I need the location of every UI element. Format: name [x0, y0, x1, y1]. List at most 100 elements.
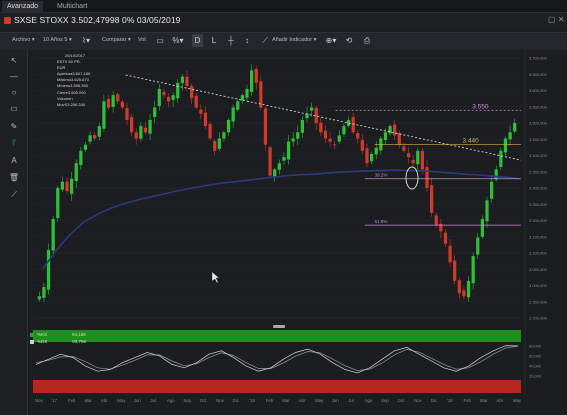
archivo-menu[interactable]: Archivo ▾	[12, 35, 35, 46]
candle-body	[388, 126, 392, 134]
percent-menu[interactable]: %▾	[171, 34, 185, 47]
candle-body	[508, 132, 512, 140]
candle-body	[263, 108, 268, 145]
candle-body	[443, 232, 448, 244]
candle-body	[300, 119, 304, 133]
x-tick-label: Dic	[233, 398, 240, 403]
x-tick-label: Nov	[35, 398, 43, 403]
y-tick-label: 2.900,000	[529, 316, 548, 321]
candle-body	[203, 112, 208, 127]
candle-body	[134, 132, 138, 139]
trash-icon[interactable]: 🗑	[8, 173, 20, 182]
candle-body	[139, 126, 143, 139]
candle-body	[88, 135, 92, 142]
daily-button[interactable]: D	[192, 34, 203, 47]
draw-icon[interactable]: ⟋	[260, 34, 270, 47]
candle-body	[106, 98, 111, 108]
candle-body	[406, 153, 411, 158]
x-tick-label: Abr	[497, 398, 504, 403]
add-indicator-menu[interactable]: Añadir Indicador ▾	[272, 35, 316, 46]
x-tick-label: Jul	[150, 398, 156, 403]
x-tick-label: May	[513, 398, 522, 403]
x-tick-label: Feb	[266, 398, 274, 403]
stoch-tick-label: 20,000	[529, 374, 542, 379]
line-tool-icon[interactable]: —	[8, 72, 20, 81]
candle-body	[217, 138, 221, 149]
candle-body	[157, 88, 161, 106]
y-tick-label: 3.150,000	[529, 234, 548, 239]
x-tick-label: Sep	[381, 398, 389, 403]
x-tick-label: Nov	[216, 398, 224, 403]
candle-body	[342, 126, 346, 135]
x-tick-label: May	[315, 398, 324, 403]
candle-body	[231, 107, 235, 122]
candle-body	[277, 163, 281, 170]
candle-body	[97, 126, 101, 137]
print-icon[interactable]: ⎙	[362, 34, 372, 47]
comparar-menu[interactable]: Comparar ▾	[102, 35, 131, 46]
candle-body	[286, 141, 291, 160]
candle-body	[222, 132, 226, 139]
candle-body	[236, 101, 240, 110]
candle-body	[268, 147, 272, 176]
crosshair-icon[interactable]: ┼	[226, 34, 236, 47]
candle-body	[171, 95, 175, 100]
period-select[interactable]: 10 Años 5 ▾	[43, 35, 72, 46]
candle-body	[503, 138, 508, 153]
fibonacci-icon[interactable]: ⫯	[8, 138, 20, 148]
chart-type-icon[interactable]: ⌇▾	[78, 34, 94, 47]
eyedropper-icon[interactable]: ⟋	[8, 190, 20, 200]
candle-body	[513, 123, 517, 132]
candle-body	[37, 296, 41, 300]
candle-body	[319, 122, 323, 133]
y-tick-label: 3.250,000	[529, 202, 548, 207]
candle-body	[83, 144, 88, 150]
cursor-icon[interactable]: ↖	[8, 56, 20, 65]
candle-body	[273, 169, 277, 177]
candle-body	[365, 148, 369, 164]
candle-body	[296, 132, 300, 139]
volume-button[interactable]: Vol.	[138, 35, 147, 46]
candle-body	[402, 146, 406, 151]
circle-tool-icon[interactable]: ○	[8, 88, 20, 97]
refresh-icon[interactable]: ⟲	[344, 34, 354, 47]
text-tool-icon[interactable]: A	[8, 156, 20, 165]
chart-title: SXSE STOXX 3.502,47998 0% 03/05/2019	[14, 15, 181, 25]
rectangle-tool-icon[interactable]: ▭	[8, 104, 20, 113]
pencil-icon[interactable]: ✎	[8, 122, 20, 131]
candle-body	[374, 147, 378, 155]
candle-body	[282, 157, 286, 161]
chart-area[interactable]: 3.5503.44038.2%61.8% 3.700,0003.650,0003…	[28, 50, 567, 415]
candle-body	[190, 86, 194, 99]
y-tick-label: 3.050,000	[529, 267, 548, 272]
candle-body	[213, 141, 217, 151]
candle-body	[333, 144, 337, 146]
x-tick-label: Dic	[431, 398, 438, 403]
candle-body	[397, 132, 401, 145]
candle-body	[74, 163, 78, 182]
candle-body	[254, 68, 258, 83]
x-tick-label: Nov	[414, 398, 422, 403]
stoch-tick-label: 60,000	[529, 354, 542, 359]
candle-body	[370, 153, 374, 162]
candle-body	[51, 218, 55, 251]
split-icon[interactable]: ↕	[242, 34, 252, 47]
candle-body	[102, 101, 106, 129]
tab-avanzado[interactable]: Avanzado	[2, 1, 44, 12]
y-tick-label: 3.450,000	[529, 137, 548, 142]
tab-multichart[interactable]: Multichart	[52, 1, 92, 12]
zoom-icon[interactable]: ⊕▾	[323, 34, 339, 47]
candle-body	[245, 88, 249, 98]
x-tick-label: Abr	[101, 398, 108, 403]
panel-splitter-handle[interactable]	[273, 325, 285, 328]
candle-body	[199, 109, 203, 114]
candle-body	[453, 260, 457, 281]
x-tick-label: Jul	[348, 398, 354, 403]
candle-body	[494, 169, 498, 180]
log-button[interactable]: L	[209, 34, 219, 47]
y-tick-label: 3.100,000	[529, 251, 548, 256]
box-icon[interactable]: ▭	[155, 34, 165, 47]
x-tick-label: Feb	[464, 398, 472, 403]
window-controls[interactable]: ▢ ✕	[548, 15, 564, 24]
candle-body	[448, 245, 452, 263]
